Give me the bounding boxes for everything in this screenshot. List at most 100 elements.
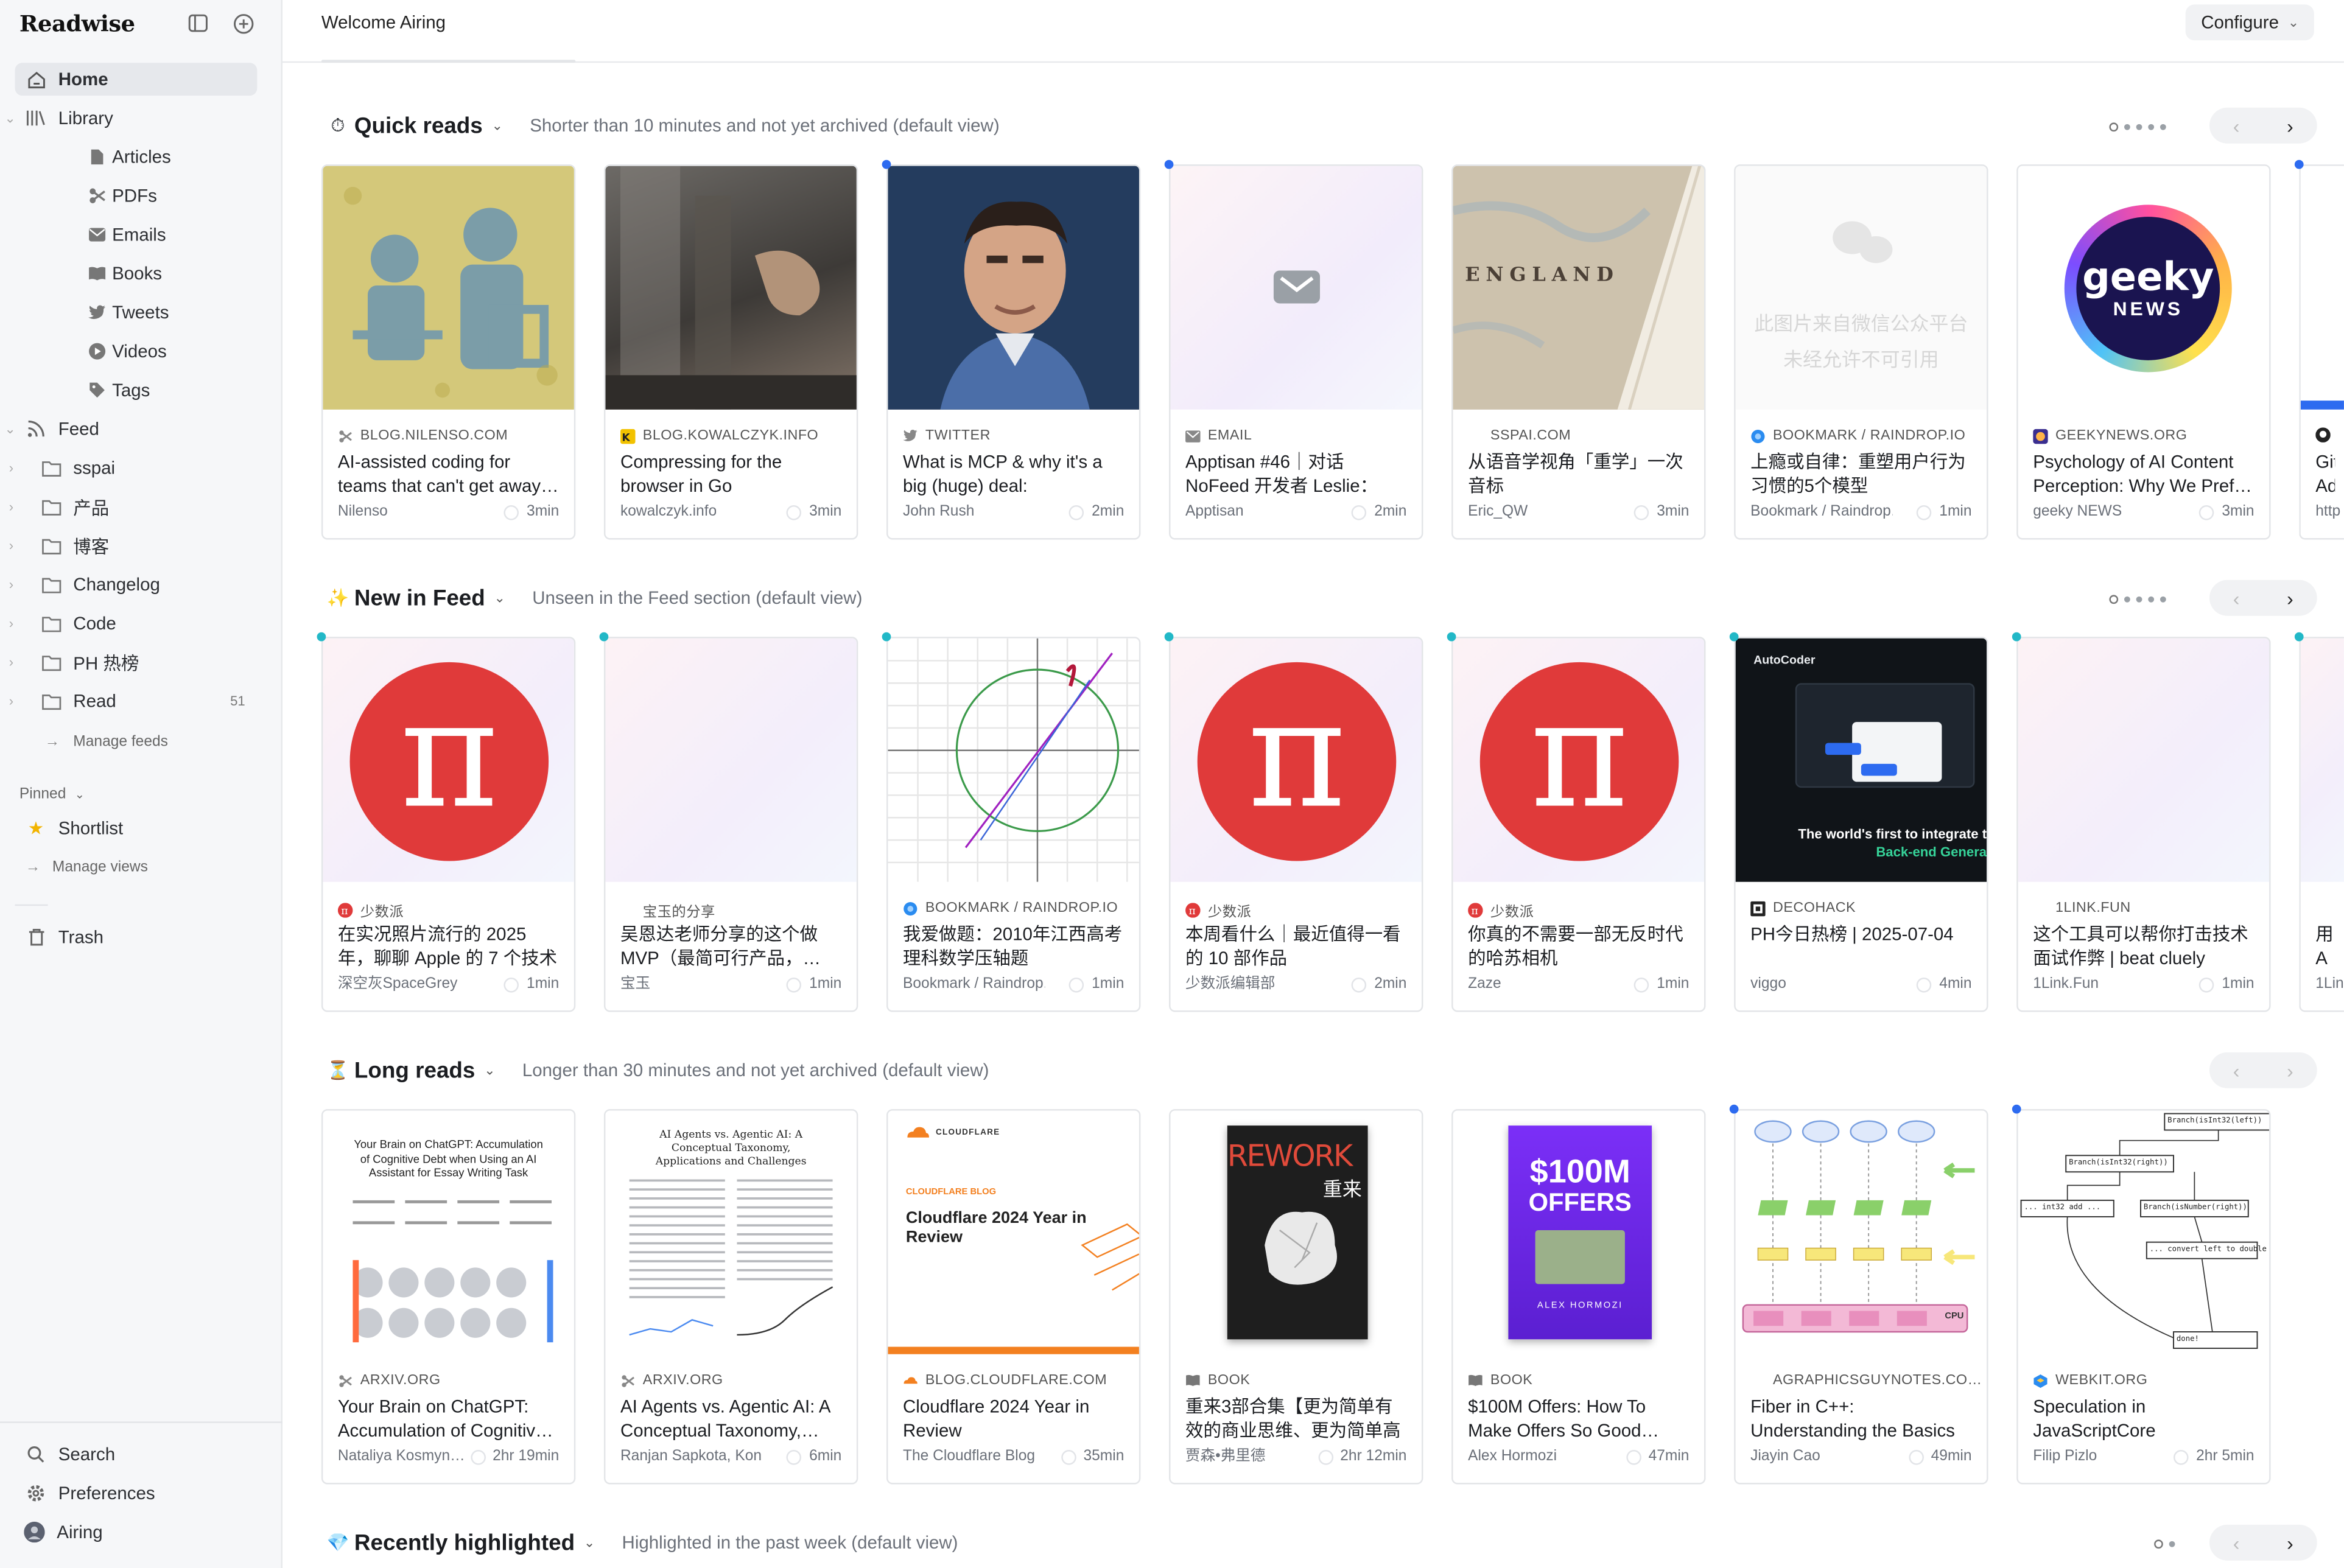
document-card[interactable]: Your Brain on ChatGPT: Accumulation of C… bbox=[321, 1109, 576, 1485]
chevron-right-icon[interactable]: › bbox=[2263, 1525, 2317, 1561]
sidebar-item-feed-folder[interactable]: › 博客 bbox=[9, 529, 258, 562]
document-card[interactable]: ENGLAND SSPAI.COM 从语音学视角「重学」一次音标 Eric_QW 3m… bbox=[1451, 164, 1706, 540]
manage-views-link[interactable]: → Manage views bbox=[15, 850, 258, 883]
progress-ring-icon bbox=[1352, 504, 1367, 520]
reading-time-label: 3min bbox=[809, 503, 842, 520]
chevron-left-icon[interactable]: ‹ bbox=[2209, 1525, 2263, 1561]
carousel-pager[interactable] bbox=[2154, 1539, 2175, 1549]
chevron-left-icon[interactable]: ‹ bbox=[2209, 580, 2263, 616]
sidebar-item-videos[interactable]: Videos bbox=[15, 335, 258, 368]
document-card[interactable]: BLOG.NILENSO.COM AI-assisted coding for t… bbox=[321, 164, 576, 540]
reading-time: 49min bbox=[1908, 1449, 1972, 1465]
document-card[interactable]: BOOKMARK / RAINDROP.IO 我爱做题：2010年江西高考理科数学… bbox=[886, 637, 1141, 1012]
toggle-sidebar-icon[interactable] bbox=[187, 12, 209, 35]
pager-dot[interactable] bbox=[2148, 124, 2155, 130]
sidebar-item-trash[interactable]: Trash bbox=[15, 921, 258, 954]
chevron-down-icon[interactable]: ⌄ bbox=[584, 1535, 595, 1551]
sidebar-item-tweets[interactable]: Tweets bbox=[15, 296, 258, 329]
sidebar-item-home[interactable]: Home bbox=[15, 63, 258, 96]
sidebar-item-shortlist[interactable]: ★ Shortlist bbox=[15, 811, 258, 844]
card-author: 深空灰SpaceGrey bbox=[337, 976, 458, 993]
chevron-right-icon[interactable]: › bbox=[9, 693, 13, 709]
add-icon[interactable] bbox=[232, 12, 254, 35]
carousel-pager[interactable] bbox=[2109, 122, 2166, 132]
manage-feeds-link[interactable]: → Manage feeds bbox=[15, 725, 258, 758]
pager-dot[interactable] bbox=[2160, 596, 2166, 603]
document-card[interactable]: $100M OFFERS ALEX HORMOZI BOOK $100M Offe… bbox=[1451, 1109, 1706, 1485]
pinned-section-label[interactable]: Pinned ⌄ bbox=[19, 786, 85, 803]
document-card[interactable]: EMAIL Apptisan #46｜对话 NoFeed 开发者 Leslie：厌… bbox=[1169, 164, 1423, 540]
document-card[interactable]: TWITTER What is MCP & why it's a big (hug… bbox=[886, 164, 1141, 540]
chevron-left-icon[interactable]: ‹ bbox=[2209, 108, 2263, 144]
reading-time: 1min bbox=[2199, 976, 2255, 993]
sidebar-item-feed-folder[interactable]: › PH 热榜 bbox=[9, 646, 258, 679]
sidebar-item-account[interactable]: Airing bbox=[15, 1516, 258, 1549]
sidebar-item-tags[interactable]: Tags bbox=[15, 374, 258, 407]
document-card[interactable]: K BLOG.KOWALCZYK.INFO Compressing for the … bbox=[603, 164, 858, 540]
chevron-right-icon[interactable]: › bbox=[9, 499, 13, 514]
sidebar-item-feed-folder[interactable]: › Code bbox=[9, 607, 258, 640]
sidebar-item-feed-folder[interactable]: › Changelog bbox=[9, 568, 258, 601]
chevron-right-icon[interactable]: › bbox=[2263, 580, 2317, 616]
document-card[interactable]: geeky NEWS GEEKYNEWS.ORG Psychology of AI… bbox=[2016, 164, 2271, 540]
sidebar-item-emails[interactable]: Emails bbox=[15, 219, 258, 251]
chevron-right-icon[interactable]: › bbox=[2263, 108, 2317, 144]
section-header-quick[interactable]: ⏱ Quick reads ⌄ Shorter than 10 minutes and… bbox=[328, 111, 999, 141]
chevron-down-icon[interactable]: ⌄ bbox=[494, 590, 506, 606]
chevron-right-icon[interactable]: › bbox=[9, 460, 13, 475]
pager-dot[interactable] bbox=[2160, 124, 2166, 130]
document-card[interactable]: REWORK 重来 BOOK 重来3部合集【更为简单有效的商业思维、更为简单高效…… bbox=[1169, 1109, 1423, 1485]
pager-dot[interactable] bbox=[2109, 122, 2119, 132]
pager-dot[interactable] bbox=[2148, 596, 2155, 603]
sidebar-item-feed-folder[interactable]: › sspai bbox=[9, 452, 258, 485]
chevron-left-icon[interactable]: ‹ bbox=[2209, 1052, 2263, 1088]
document-card[interactable]: π π 少数派在实况照片流行的 2025 年，聊聊 Apple 的 7 个技术细节… bbox=[321, 637, 576, 1012]
card-author: 1Lin bbox=[2315, 976, 2344, 993]
sidebar-item-search[interactable]: Search bbox=[15, 1438, 258, 1471]
pager-dot[interactable] bbox=[2124, 596, 2130, 603]
pager-dot[interactable] bbox=[2169, 1541, 2175, 1547]
sidebar-item-feed[interactable]: ⌄ Feed bbox=[4, 413, 258, 446]
sidebar-item-feed-folder[interactable]: › Read 51 bbox=[9, 685, 258, 718]
sidebar-item-preferences[interactable]: Preferences bbox=[15, 1477, 258, 1510]
pager-dot[interactable] bbox=[2136, 596, 2142, 603]
chevron-right-icon[interactable]: › bbox=[9, 655, 13, 670]
chevron-down-icon[interactable]: ⌄ bbox=[4, 110, 16, 126]
sidebar-item-books[interactable]: Books bbox=[15, 257, 258, 290]
chevron-down-icon[interactable]: ⌄ bbox=[4, 421, 16, 437]
section-header-long[interactable]: ⏳ Long reads ⌄ Longer than 30 minutes and n… bbox=[327, 1055, 989, 1085]
chevron-right-icon[interactable]: › bbox=[2263, 1052, 2317, 1088]
card-thumbnail-wrap bbox=[323, 166, 574, 410]
document-card[interactable]: Branch(isInt32(left)) Branch(isInt32(righ… bbox=[2016, 1109, 2271, 1485]
document-card[interactable]: 1LINK.FUN 这个工具可以帮你打击技术面试作弊 | beat cluely … bbox=[2016, 637, 2271, 1012]
document-card[interactable]: 宝玉的分享 吴恩达老师分享的这个做 MVP（最简可行产品，… 宝玉 1min bbox=[603, 637, 858, 1012]
document-card[interactable]: Gith Add http bbox=[2299, 164, 2344, 540]
carousel-pager[interactable] bbox=[2109, 595, 2166, 604]
document-card[interactable]: CPU AGRAPHICSGUYNOTES.CO… Fiber in C++: U… bbox=[1734, 1109, 1988, 1485]
document-card[interactable]: AI Agents vs. Agentic AI: A Conceptual T… bbox=[603, 1109, 858, 1485]
pager-dot[interactable] bbox=[2109, 595, 2119, 604]
section-header-feed[interactable]: ✨ New in Feed ⌄ Unseen in the Feed section … bbox=[327, 583, 863, 613]
pager-dot[interactable] bbox=[2136, 124, 2142, 130]
document-card[interactable]: π π 少数派 本周看什么｜最近值得一看的 10 部作品 少数派编辑部 2min bbox=[1169, 637, 1423, 1012]
document-card[interactable]: 此图片来自微信公众平台 未经允许不可引用 BOOKMARK / RAINDROP… bbox=[1734, 164, 1988, 540]
brand-logo[interactable]: Readwise bbox=[19, 10, 135, 37]
sidebar-item-library[interactable]: ⌄ Library bbox=[4, 102, 258, 135]
document-card[interactable]: AutoCoder The world's first to integrate… bbox=[1734, 637, 1988, 1012]
source-label: BLOG.KOWALCZYK.INFO bbox=[642, 427, 819, 444]
chevron-right-icon[interactable]: › bbox=[9, 616, 13, 631]
sidebar-item-pdfs[interactable]: PDFs bbox=[15, 180, 258, 212]
chevron-down-icon[interactable]: ⌄ bbox=[484, 1062, 496, 1079]
pager-dot[interactable] bbox=[2154, 1539, 2163, 1549]
document-card[interactable]: CLOUDFLARE CLOUDFLARE BLOG Cloudflare 20… bbox=[886, 1109, 1141, 1485]
document-card[interactable]: 用 A | ars 1Lin bbox=[2299, 637, 2344, 1012]
configure-button[interactable]: Configure ⌄ bbox=[2186, 4, 2314, 41]
chevron-right-icon[interactable]: › bbox=[9, 538, 13, 553]
pager-dot[interactable] bbox=[2124, 124, 2130, 130]
chevron-right-icon[interactable]: › bbox=[9, 577, 13, 592]
sidebar-item-articles[interactable]: Articles bbox=[15, 141, 258, 173]
section-header-highlighted[interactable]: 💎 Recently highlighted ⌄ Highlighted in the… bbox=[327, 1528, 958, 1558]
document-card[interactable]: π π 少数派 你真的不需要一部无反时代的哈苏相机 Zaze 1min bbox=[1451, 637, 1706, 1012]
sidebar-item-feed-folder[interactable]: › 产品 bbox=[9, 490, 258, 523]
chevron-down-icon[interactable]: ⌄ bbox=[492, 117, 504, 134]
